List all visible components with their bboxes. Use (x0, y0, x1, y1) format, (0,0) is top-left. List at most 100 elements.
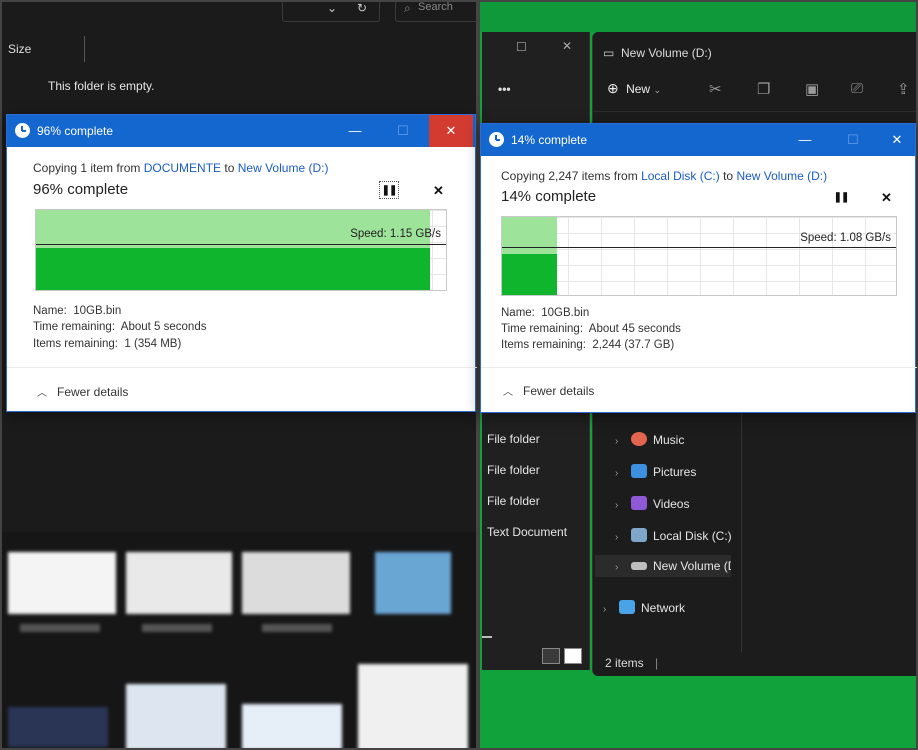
dialog-title-bar[interactable]: 96% complete — ☐ ✕ (7, 115, 475, 147)
cancel-button[interactable]: ✕ (881, 190, 892, 206)
divider (481, 367, 917, 368)
nav-item-local-disk[interactable]: › Local Disk (C:) (615, 524, 732, 546)
percent-complete: 14% complete (501, 188, 597, 205)
file-type-label: Text Document (487, 525, 568, 539)
nav-label: Pictures (653, 465, 697, 479)
maximize-button[interactable]: ☐ (831, 124, 875, 156)
pause-button[interactable]: ❚❚ (833, 192, 850, 208)
tiles-view-icon[interactable] (564, 648, 582, 664)
share-icon[interactable]: ⇪ (897, 80, 910, 98)
chevron-right-icon: › (615, 436, 619, 447)
close-button[interactable]: ✕ (429, 115, 473, 147)
thumbnail (126, 552, 232, 614)
search-input[interactable]: ⌕ Search (395, 1, 476, 22)
speed-label: Speed: 1.08 GB/s (800, 232, 891, 244)
item-count: 2 items (605, 656, 644, 670)
drive-icon (631, 562, 647, 570)
pane-divider[interactable] (741, 402, 742, 652)
to-word: to (221, 161, 238, 175)
refresh-icon[interactable]: ↻ (357, 2, 367, 15)
nav-item-network[interactable]: › Network (603, 596, 685, 618)
fewer-details-button[interactable]: ︿ Fewer details (37, 384, 128, 399)
music-icon (631, 432, 647, 446)
copy-prefix: Copying 1 item from (33, 161, 144, 175)
paste-icon[interactable]: ▣ (805, 80, 819, 98)
nav-label: Music (653, 433, 685, 447)
close-icon[interactable]: ✕ (562, 39, 572, 53)
chevron-right-icon: › (615, 500, 619, 511)
scroll-indicator (482, 636, 492, 638)
more-options-icon[interactable]: ••• (498, 82, 511, 96)
details-view-icon[interactable] (542, 648, 560, 664)
thumbnail-caption (142, 624, 212, 632)
column-separator[interactable] (84, 36, 85, 62)
copy-prefix: Copying 2,247 items from (501, 169, 642, 183)
status-separator: | (655, 656, 659, 670)
thumbnail (242, 704, 342, 748)
dialog-title: 96% complete (37, 124, 114, 138)
minimize-button[interactable]: — (783, 124, 827, 156)
destination-link[interactable]: New Volume (D:) (736, 169, 827, 183)
copy-description: Copying 1 item from DOCUMENTE to New Vol… (33, 161, 328, 175)
divider (7, 367, 477, 368)
nav-item-pictures[interactable]: › Pictures (615, 460, 696, 482)
search-placeholder: Search (418, 1, 453, 13)
tab-label: New Volume (D:) (621, 46, 712, 60)
nav-item-new-volume[interactable]: › New Volume (D:) (595, 555, 731, 577)
detail-time-remaining: Time remaining: About 45 seconds (501, 323, 681, 335)
chevron-down-icon[interactable]: ⌄ (327, 2, 337, 15)
address-bar[interactable]: ⌄ ↻ (282, 2, 380, 22)
column-header-size[interactable]: Size (8, 42, 31, 56)
nav-label: Network (641, 601, 686, 615)
left-address-area: ⌄ ↻ ⌕ Search (2, 1, 476, 26)
thumbnail (8, 552, 116, 614)
nav-item-music[interactable]: › Music (615, 428, 684, 450)
close-button[interactable]: ✕ (875, 124, 918, 156)
file-type-label: File folder (487, 494, 540, 508)
clock-icon (15, 123, 30, 138)
transfer-speed-graph: Speed: 1.15 GB/s (35, 209, 447, 291)
maximize-button[interactable]: ☐ (381, 115, 425, 147)
destination-link[interactable]: New Volume (D:) (238, 161, 329, 175)
chevron-down-icon: ⌄ (653, 85, 661, 95)
source-link[interactable]: Local Disk (C:) (641, 169, 720, 183)
current-speed-line (36, 244, 446, 245)
hard-drive-icon (631, 528, 647, 542)
pause-button[interactable]: ❚❚ (379, 181, 399, 199)
new-button-label: New (626, 82, 651, 96)
source-link[interactable]: DOCUMENTE (144, 161, 221, 175)
minimize-button[interactable]: — (333, 115, 377, 147)
empty-folder-message: This folder is empty. (48, 79, 155, 93)
graph-speed-fill (36, 248, 430, 290)
detail-items-remaining: Items remaining: 2,244 (37.7 GB) (501, 339, 675, 351)
dialog-title-bar[interactable]: 14% complete — ☐ ✕ (481, 124, 915, 156)
detail-name: Name: 10GB.bin (501, 307, 590, 319)
to-word: to (719, 169, 737, 183)
copy-progress-dialog-right: 14% complete — ☐ ✕ Copying 2,247 items f… (480, 123, 917, 413)
thumbnail (126, 684, 226, 748)
fewer-details-label: Fewer details (57, 385, 129, 399)
rename-icon[interactable]: ⎚ (851, 80, 863, 97)
copy-progress-dialog-left: 96% complete — ☐ ✕ Copying 1 item from D… (6, 114, 477, 412)
thumbnail (375, 552, 451, 614)
detail-time-remaining: Time remaining: About 5 seconds (33, 321, 207, 333)
detail-items-remaining: Items remaining: 1 (354 MB) (33, 338, 182, 350)
plus-circle-icon: ⊕ (607, 80, 619, 96)
network-icon (619, 600, 635, 614)
copy-icon[interactable]: ❐ (757, 80, 770, 98)
search-icon: ⌕ (404, 1, 411, 15)
copy-description: Copying 2,247 items from Local Disk (C:)… (501, 169, 827, 183)
tab-new-volume[interactable]: ▭ New Volume (D:) (599, 38, 916, 66)
fewer-details-button[interactable]: ︿ Fewer details (503, 383, 594, 398)
maximize-icon[interactable]: ☐ (516, 40, 527, 54)
drive-icon: ▭ (603, 46, 615, 60)
dialog-title: 14% complete (511, 133, 588, 147)
new-button[interactable]: ⊕ New ⌄ (607, 80, 661, 97)
nav-label: New Volume (D:) (653, 559, 731, 573)
transfer-speed-graph: Speed: 1.08 GB/s (501, 216, 897, 296)
nav-label: Videos (653, 497, 690, 511)
desktop-background (480, 2, 916, 32)
cut-icon[interactable]: ✂ (709, 80, 722, 98)
nav-item-videos[interactable]: › Videos (615, 492, 689, 514)
cancel-button[interactable]: ✕ (433, 183, 444, 199)
